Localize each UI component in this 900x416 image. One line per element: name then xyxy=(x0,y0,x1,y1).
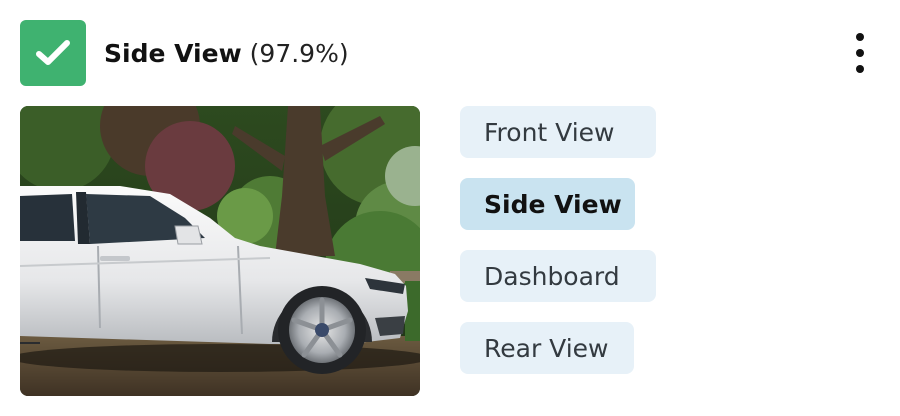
option-rear-view[interactable]: Rear View xyxy=(460,322,634,374)
prediction-label: Side View xyxy=(104,38,242,68)
card-header: Side View (97.9%) xyxy=(20,20,880,86)
prediction-title: Side View (97.9%) xyxy=(104,39,349,68)
car-photo-illustration xyxy=(20,106,420,396)
car-photo xyxy=(20,106,420,396)
option-dashboard[interactable]: Dashboard xyxy=(460,250,656,302)
prediction-score: (97.9%) xyxy=(249,38,349,68)
classification-card: Side View (97.9%) Front View Side View D… xyxy=(0,0,900,416)
more-vertical-icon[interactable] xyxy=(850,33,870,73)
menu-dot xyxy=(856,49,864,57)
menu-dot xyxy=(856,33,864,41)
checkmark-icon xyxy=(20,20,86,86)
option-side-view[interactable]: Side View xyxy=(460,178,635,230)
option-front-view[interactable]: Front View xyxy=(460,106,656,158)
menu-dot xyxy=(856,65,864,73)
